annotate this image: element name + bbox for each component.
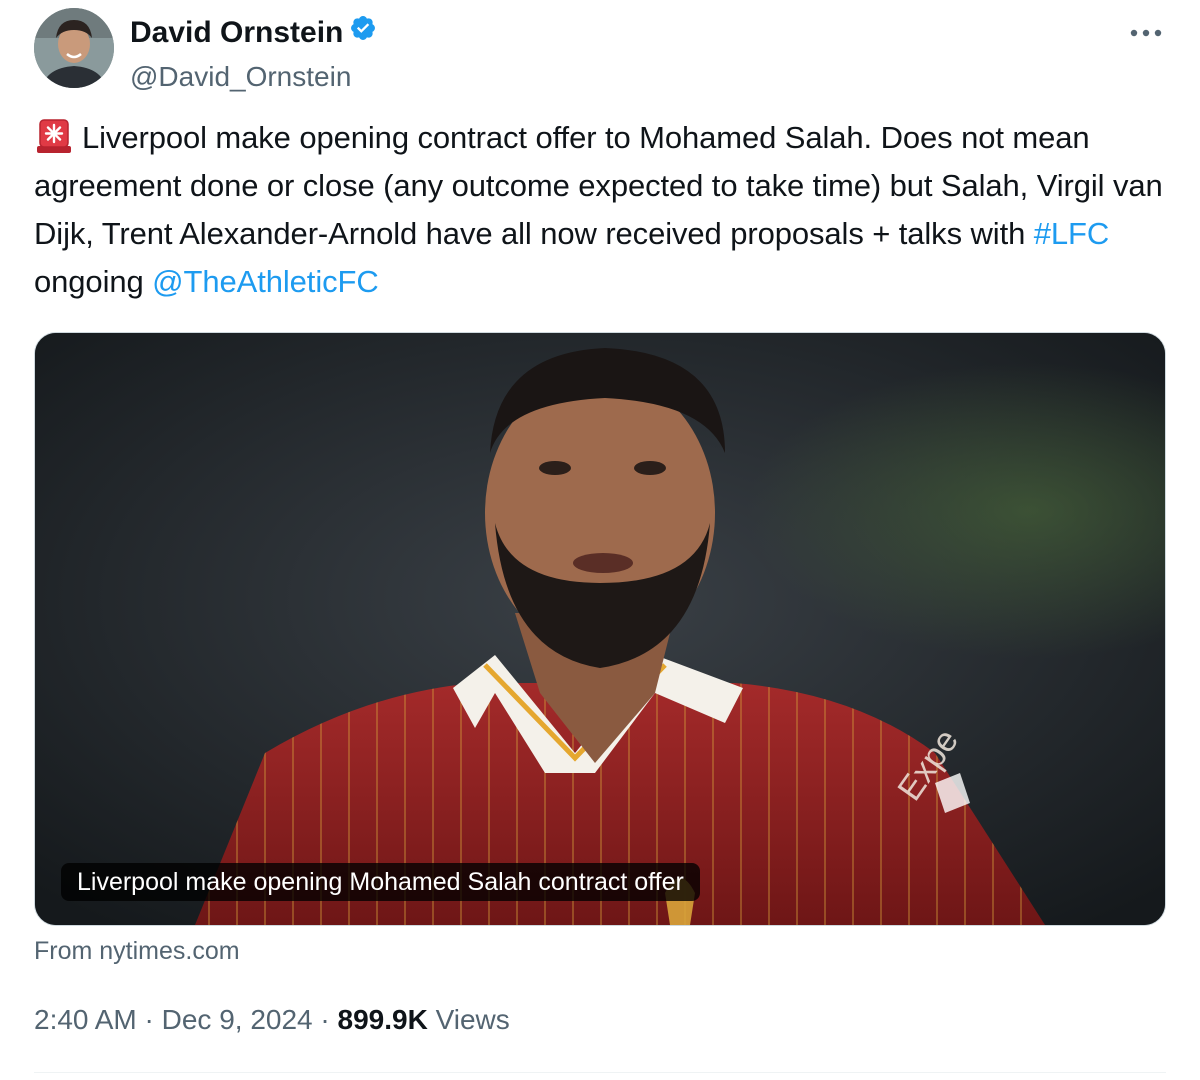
author-display-name[interactable]: David Ornstein bbox=[130, 14, 377, 51]
more-options-button[interactable] bbox=[1126, 18, 1166, 48]
tweet-text-part-1: Liverpool make opening contract offer to… bbox=[34, 120, 1163, 251]
meta-separator-2: · bbox=[312, 1004, 338, 1035]
author-names: David Ornstein @David_Ornstein bbox=[130, 14, 377, 95]
link-card-source[interactable]: From nytimes.com bbox=[34, 934, 240, 968]
author-display-name-text: David Ornstein bbox=[130, 15, 344, 49]
link-card-image[interactable]: Expe Liverpool make opening Mohamed Sala… bbox=[34, 332, 1166, 926]
tweet-time[interactable]: 2:40 AM bbox=[34, 1004, 137, 1035]
author-handle[interactable]: @David_Ornstein bbox=[130, 59, 377, 95]
tweet-meta: 2:40 AM · Dec 9, 2024 · 899.9K Views bbox=[34, 1000, 510, 1040]
meta-separator: · bbox=[136, 1004, 162, 1035]
views-count: 899.9K bbox=[337, 1004, 428, 1035]
tweet-date[interactable]: Dec 9, 2024 bbox=[162, 1004, 313, 1035]
author-avatar[interactable] bbox=[34, 8, 114, 88]
mention-link[interactable]: @TheAthleticFC bbox=[152, 264, 379, 299]
verified-badge-icon bbox=[349, 14, 377, 51]
player-photo: Expe bbox=[35, 333, 1165, 925]
tweet-text: Liverpool make opening contract offer to… bbox=[34, 114, 1174, 306]
link-card-caption: Liverpool make opening Mohamed Salah con… bbox=[61, 863, 700, 901]
more-horizontal-icon bbox=[1130, 29, 1162, 37]
police-car-light-emoji-icon bbox=[34, 116, 74, 154]
divider bbox=[34, 1072, 1166, 1073]
views-label: Views bbox=[427, 1004, 510, 1035]
tweet-text-part-2: ongoing bbox=[34, 264, 153, 299]
hashtag-link[interactable]: #LFC bbox=[1034, 216, 1110, 251]
tweet-header: David Ornstein @David_Ornstein bbox=[34, 8, 1170, 92]
